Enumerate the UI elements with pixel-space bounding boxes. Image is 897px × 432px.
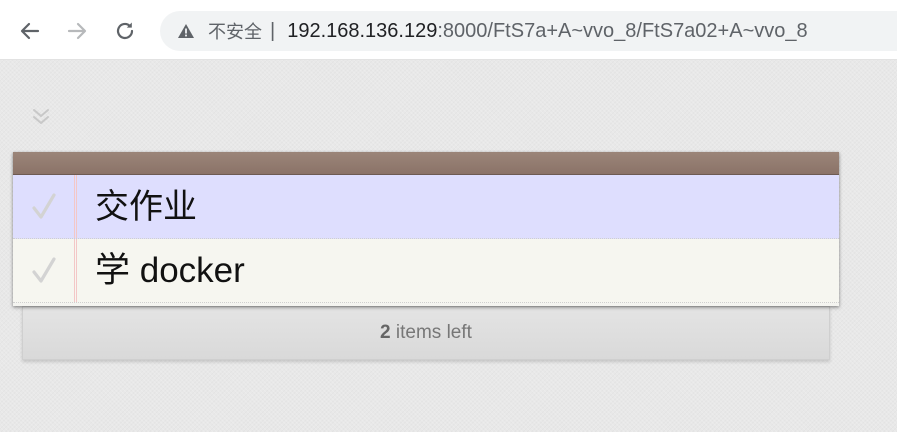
todo-item-label[interactable]: 交作业 <box>95 187 197 227</box>
todo-item[interactable]: 交作业 <box>13 175 839 239</box>
browser-toolbar: 不安全 | 192.168.136.129 :8000/FtS7a+A~vvo_… <box>0 0 897 60</box>
todo-card: 交作业 学 docker <box>13 152 839 306</box>
complete-toggle[interactable] <box>29 253 59 287</box>
items-left-count: 2 items left <box>23 322 829 344</box>
toggle-all-button[interactable] <box>28 104 54 130</box>
reload-button[interactable] <box>110 16 140 46</box>
items-left-label: items left <box>390 322 472 343</box>
items-left-number: 2 <box>380 322 391 343</box>
todo-item[interactable]: 学 docker <box>13 239 839 303</box>
complete-toggle[interactable] <box>29 189 59 223</box>
warning-triangle-icon[interactable] <box>176 21 196 41</box>
back-arrow-icon <box>20 22 40 40</box>
url-host[interactable]: 192.168.136.129 <box>287 20 437 43</box>
url-separator: | <box>270 19 276 42</box>
security-label[interactable]: 不安全 <box>208 18 262 44</box>
margin-line <box>74 175 77 238</box>
page-content: 2 items left 交作业 学 docker <box>0 60 897 432</box>
forward-button[interactable] <box>62 16 92 46</box>
checkmark-icon <box>32 193 56 219</box>
margin-line <box>74 239 77 302</box>
todo-footer: 2 items left <box>22 306 830 360</box>
checkmark-icon <box>32 257 56 283</box>
double-chevron-down-icon <box>33 109 49 124</box>
reload-icon <box>116 22 134 40</box>
back-button[interactable] <box>15 16 45 46</box>
todo-item-label[interactable]: 学 docker <box>95 251 245 291</box>
forward-arrow-icon <box>67 22 87 40</box>
todo-list: 交作业 学 docker <box>13 175 839 303</box>
address-bar[interactable]: 不安全 | 192.168.136.129 :8000/FtS7a+A~vvo_… <box>160 11 897 51</box>
todo-card-header <box>13 152 839 175</box>
url-path[interactable]: :8000/FtS7a+A~vvo_8/FtS7a02+A~vvo_8 <box>437 20 807 43</box>
